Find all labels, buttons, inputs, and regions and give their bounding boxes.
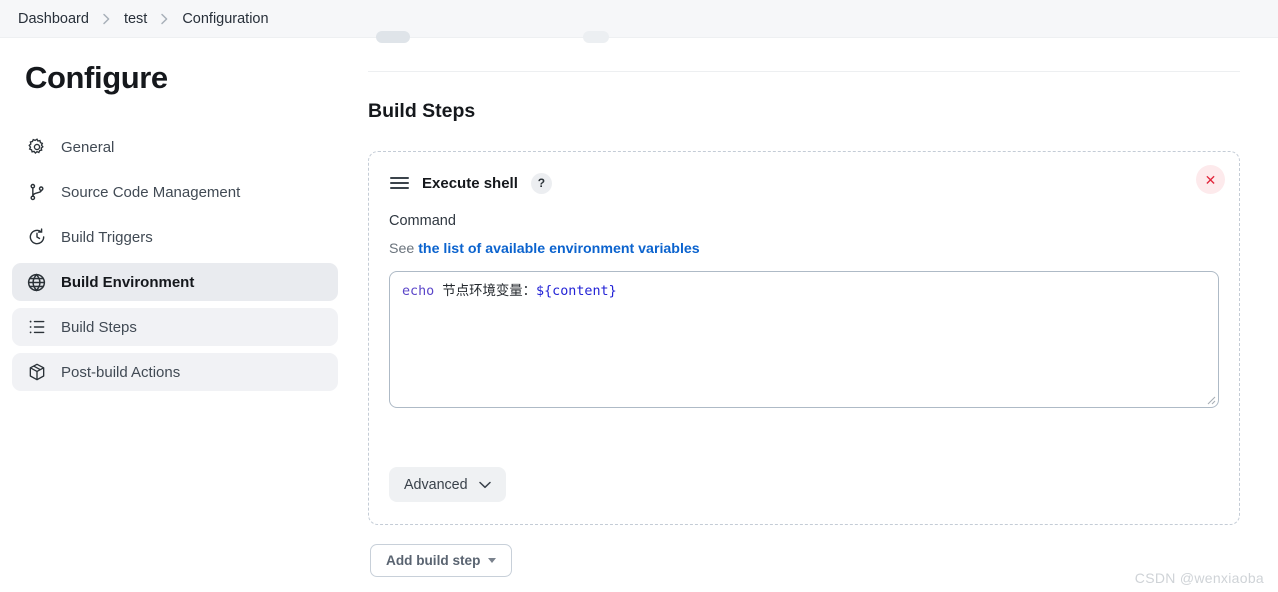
help-icon[interactable]: ?: [530, 172, 552, 194]
sidebar-item-label: Post-build Actions: [61, 363, 181, 381]
drag-handle-icon[interactable]: [390, 175, 409, 191]
globe-icon: [26, 272, 47, 293]
resize-handle-icon[interactable]: [1203, 392, 1216, 405]
sidebar-item-label: Source Code Management: [61, 183, 241, 201]
sidebar-item-source-code-management[interactable]: Source Code Management: [12, 173, 338, 211]
command-code-content[interactable]: echo 节点环境变量：${content}: [390, 272, 1218, 407]
sidebar-item-label: Build Environment: [61, 273, 195, 291]
code-token-keyword: echo: [402, 284, 435, 299]
sidebar: Configure General Source Code Management…: [0, 38, 350, 397]
advanced-button[interactable]: Advanced: [389, 467, 506, 502]
chevron-right-icon: [160, 13, 169, 25]
main-content: Build Steps ✕ Execute shell ? Command Se…: [350, 31, 1278, 592]
environment-variables-link[interactable]: the list of available environment variab…: [418, 241, 700, 257]
environment-variables-hint: See the list of available environment va…: [389, 241, 1219, 257]
sidebar-nav: General Source Code Management Build Tri…: [12, 128, 338, 397]
sidebar-item-label: General: [61, 138, 115, 156]
chevron-right-icon: [102, 13, 111, 25]
breadcrumb-item-dashboard[interactable]: Dashboard: [14, 9, 93, 29]
gear-icon: [26, 137, 47, 158]
branch-icon: [26, 182, 47, 203]
add-build-step-label: Add build step: [386, 553, 481, 568]
watermark: CSDN @wenxiaoba: [1134, 570, 1264, 586]
command-textarea[interactable]: echo 节点环境变量：${content}: [389, 271, 1219, 408]
env-hint-prefix: See: [389, 241, 415, 257]
caret-down-icon: [488, 558, 497, 563]
build-step-header: Execute shell ?: [387, 170, 1219, 196]
sidebar-item-build-environment[interactable]: Build Environment: [12, 263, 338, 301]
build-step-name: Execute shell: [422, 174, 518, 192]
command-label: Command: [389, 213, 456, 229]
advanced-button-label: Advanced: [404, 476, 468, 493]
top-breadcrumb-bar: Dashboard test Configuration: [0, 0, 1278, 38]
list-icon: [26, 317, 47, 338]
sidebar-item-general[interactable]: General: [12, 128, 338, 166]
code-token-text: 节点环境变量：: [434, 284, 537, 299]
add-build-step-button[interactable]: Add build step: [370, 544, 513, 577]
sidebar-item-post-build-actions[interactable]: Post-build Actions: [12, 353, 338, 391]
sidebar-item-build-steps[interactable]: Build Steps: [12, 308, 338, 346]
build-step-card: ✕ Execute shell ? Command See the list o…: [368, 151, 1240, 525]
clock-icon: [26, 227, 47, 248]
code-token-variable: ${content}: [536, 284, 617, 299]
partial-control-right: [583, 31, 609, 43]
package-icon: [26, 362, 47, 383]
section-title-build-steps: Build Steps: [368, 100, 476, 122]
section-divider: [368, 71, 1240, 72]
partial-control-left: [376, 31, 410, 43]
breadcrumb-item-test[interactable]: test: [120, 9, 151, 29]
page-title: Configure: [25, 60, 168, 95]
breadcrumb: Dashboard test Configuration: [14, 9, 273, 29]
delete-step-button[interactable]: ✕: [1196, 165, 1225, 194]
sidebar-item-label: Build Steps: [61, 318, 137, 336]
sidebar-item-label: Build Triggers: [61, 228, 153, 246]
scrolled-content-stub: [368, 31, 1240, 52]
chevron-down-icon: [478, 481, 491, 488]
sidebar-item-build-triggers[interactable]: Build Triggers: [12, 218, 338, 256]
page-shell: Configure General Source Code Management…: [0, 31, 1278, 592]
breadcrumb-item-configuration[interactable]: Configuration: [178, 9, 272, 29]
